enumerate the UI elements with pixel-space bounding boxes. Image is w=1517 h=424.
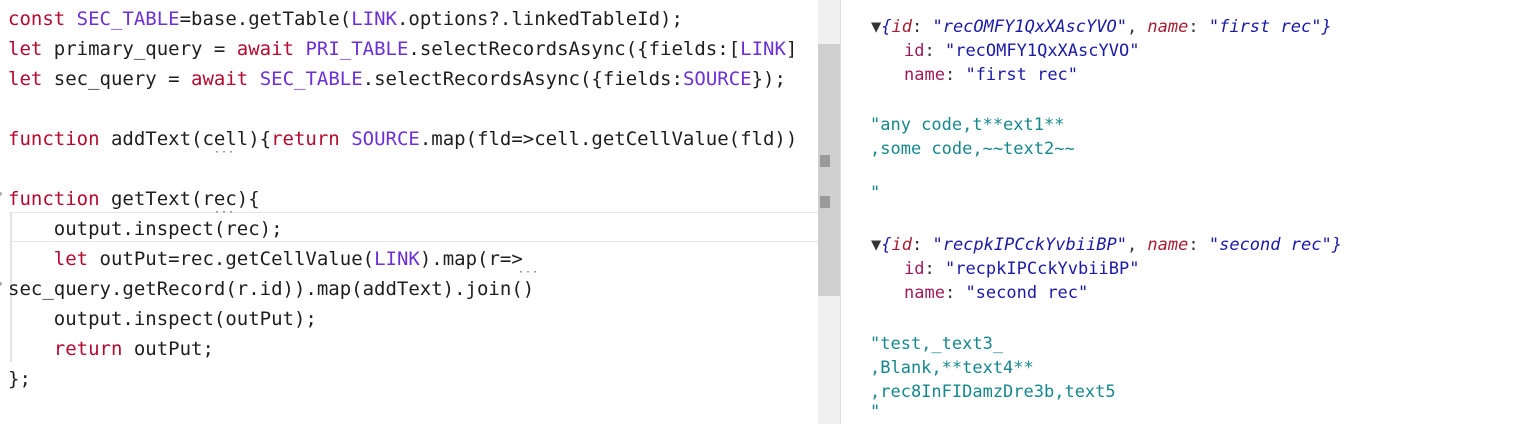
code-token: }); xyxy=(751,68,786,90)
hint-dots-icon: ··· xyxy=(214,207,236,218)
code-token: return xyxy=(271,128,352,150)
hint-dots-icon: ··· xyxy=(214,147,236,158)
code-line[interactable]: return outPut; xyxy=(8,334,214,364)
code-token: let xyxy=(8,68,54,90)
code-token: getText(rec){ xyxy=(110,188,260,210)
record-name-row: name: "second rec" xyxy=(904,283,1089,303)
code-token: output.inspect(outPut); xyxy=(8,308,317,330)
code-line[interactable]: let sec_query = await SEC_TABLE.selectRe… xyxy=(8,64,786,94)
code-token: .map(fld=>cell.getCellValue(fld)) xyxy=(419,128,798,150)
code-token: LINK xyxy=(374,248,420,270)
code-editor[interactable]: const SEC_TABLE=base.getTable(LINK.optio… xyxy=(0,0,818,424)
code-token: LINK xyxy=(351,8,397,30)
code-token: SEC_TABLE xyxy=(76,8,180,30)
code-line[interactable]: output.inspect(outPut); xyxy=(8,304,317,334)
code-line[interactable]: }; xyxy=(8,364,31,394)
code-token: primary_query = xyxy=(53,38,237,60)
code-line[interactable]: function addText(cell){return SOURCE.map… xyxy=(8,124,797,154)
expand-toggle-icon[interactable]: ▼ xyxy=(871,17,881,37)
code-line[interactable]: let primary_query = await PRI_TABLE.sele… xyxy=(8,34,797,64)
code-token: PRI_TABLE xyxy=(305,38,409,60)
code-token: ).map(r=> xyxy=(419,248,523,270)
code-token: let xyxy=(8,38,54,60)
output-string-line: ,some code,~~text2~~ xyxy=(870,139,1075,159)
code-token: sec_query = xyxy=(53,68,192,90)
code-line[interactable]: let outPut=rec.getCellValue(LINK).map(r=… xyxy=(8,244,523,274)
code-token: sec_query.getRecord(r.id)).map(addText).… xyxy=(8,278,535,300)
fold-marker-icon[interactable]: › xyxy=(0,186,4,202)
code-token: .options?.linkedTableId); xyxy=(396,8,683,30)
code-line[interactable]: const SEC_TABLE=base.getTable(LINK.optio… xyxy=(8,4,683,34)
code-token: ] xyxy=(785,38,798,60)
code-token: LINK xyxy=(740,38,786,60)
code-token: function xyxy=(8,128,111,150)
fold-marker-icon[interactable]: › xyxy=(0,276,4,292)
scrollbar-marker xyxy=(820,155,830,167)
code-token: =base.getTable( xyxy=(179,8,352,30)
record-id-row: id: "recOMFY1QxXAscYVO" xyxy=(904,41,1140,61)
scrollbar-marker xyxy=(820,196,830,208)
vertical-scrollbar-thumb[interactable] xyxy=(818,44,840,296)
record-summary[interactable]: ▼{id: "recOMFY1QxXAscYVO", name: "first … xyxy=(871,15,1332,39)
code-line[interactable]: sec_query.getRecord(r.id)).map(addText).… xyxy=(8,274,534,304)
code-token: await xyxy=(191,68,260,90)
output-string-line: ,Blank,**text4** xyxy=(870,358,1034,378)
code-token: outPut=rec.getCellValue( xyxy=(99,248,375,270)
code-token: const xyxy=(8,8,77,30)
code-token: function xyxy=(8,188,111,210)
code-token: output.inspect(rec); xyxy=(8,218,283,240)
code-line[interactable]: output.inspect(rec); xyxy=(8,214,283,244)
record-id-row: id: "recpkIPCckYvbiiBP" xyxy=(904,259,1140,279)
expand-toggle-icon[interactable]: ▼ xyxy=(871,235,881,255)
output-string-line: " xyxy=(870,183,881,203)
code-token: }; xyxy=(8,368,31,390)
console-output-panel: ▼{id: "recOMFY1QxXAscYVO", name: "first … xyxy=(841,0,1517,424)
code-token: .selectRecordsAsync({fields:[ xyxy=(408,38,741,60)
code-token: SEC_TABLE xyxy=(259,68,363,90)
code-token: SOURCE xyxy=(351,128,420,150)
output-string-line: ,rec8InFIDamzDre3b,text5 xyxy=(870,382,1116,402)
hint-dots-icon: ··· xyxy=(518,267,540,278)
output-string-line: "test,_text3_ xyxy=(870,334,1004,354)
output-string-line: " xyxy=(870,402,881,422)
code-token: SOURCE xyxy=(682,68,752,90)
record-name-row: name: "first rec" xyxy=(904,65,1079,85)
output-string-line: "any code,t**ext1** xyxy=(870,115,1065,135)
code-token: .selectRecordsAsync({fields: xyxy=(362,68,683,90)
code-token: await xyxy=(236,38,306,60)
record-summary[interactable]: ▼{id: "recpkIPCckYvbiiBP", name: "second… xyxy=(871,233,1342,257)
code-token: let xyxy=(53,248,100,270)
code-token: return xyxy=(53,338,134,360)
code-token: addText(cell){ xyxy=(110,128,272,150)
code-token: outPut; xyxy=(133,338,214,360)
